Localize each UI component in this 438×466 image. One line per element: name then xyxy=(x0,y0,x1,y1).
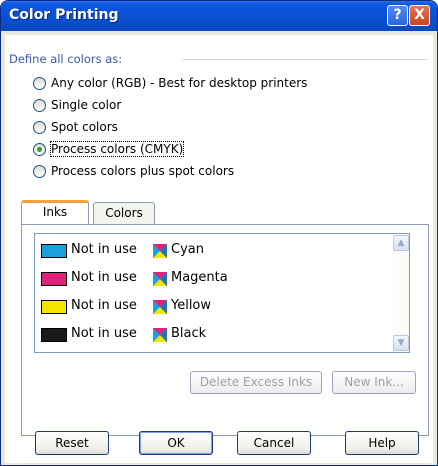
close-button[interactable]: X xyxy=(409,5,430,26)
radio-label: Single color xyxy=(51,98,122,112)
new-ink-button[interactable]: New Ink... xyxy=(332,371,416,394)
radio-button-icon[interactable] xyxy=(33,165,46,178)
color-printing-dialog: Color Printing ? X Define all colors as:… xyxy=(0,0,438,466)
dialog-content: Define all colors as: Any color (RGB) - … xyxy=(5,35,433,463)
ink-name: Magenta xyxy=(171,270,228,285)
title-bar[interactable]: Color Printing ? X xyxy=(1,1,437,31)
ink-swatch xyxy=(41,244,67,258)
delete-excess-inks-button[interactable]: Delete Excess Inks xyxy=(190,371,322,394)
cmyk-icon xyxy=(153,244,167,258)
ink-status: Not in use xyxy=(71,242,137,257)
tab-colors[interactable]: Colors xyxy=(93,202,155,224)
ink-swatch xyxy=(41,328,67,342)
define-colors-label: Define all colors as: xyxy=(9,52,123,66)
inks-tab-panel: Not in use Cyan Not in use Magenta Not i… xyxy=(21,224,429,436)
ok-button[interactable]: OK xyxy=(139,431,213,455)
cmyk-icon xyxy=(153,300,167,314)
scroll-up-icon[interactable]: ▲ xyxy=(393,235,409,251)
radio-button-icon[interactable] xyxy=(33,121,46,134)
radio-button-icon[interactable] xyxy=(33,143,46,156)
ink-status: Not in use xyxy=(71,298,137,313)
ink-list-scrollbar[interactable]: ▲ ▼ xyxy=(393,234,409,352)
radio-button-icon[interactable] xyxy=(33,99,46,112)
radio-button-icon[interactable] xyxy=(33,77,46,90)
ink-swatch xyxy=(41,300,67,314)
ink-list[interactable]: Not in use Cyan Not in use Magenta Not i… xyxy=(34,233,410,353)
tab-inks[interactable]: Inks xyxy=(21,200,89,224)
ink-name: Cyan xyxy=(171,242,204,257)
ink-name: Yellow xyxy=(171,298,212,313)
ink-swatch xyxy=(41,272,67,286)
group-divider xyxy=(183,59,427,60)
scroll-down-icon[interactable]: ▼ xyxy=(393,335,409,351)
radio-label: Process colors plus spot colors xyxy=(51,164,235,178)
dialog-title: Color Printing xyxy=(9,7,119,23)
cmyk-icon xyxy=(153,272,167,286)
cmyk-icon xyxy=(153,328,167,342)
ink-name: Black xyxy=(171,326,207,341)
title-help-button[interactable]: ? xyxy=(387,5,408,26)
help-button[interactable]: Help xyxy=(345,431,419,455)
reset-button[interactable]: Reset xyxy=(35,431,109,455)
ink-status: Not in use xyxy=(71,270,137,285)
radio-label: Process colors (CMYK) xyxy=(49,141,185,157)
radio-label: Any color (RGB) - Best for desktop print… xyxy=(51,76,308,90)
cancel-button[interactable]: Cancel xyxy=(237,431,311,455)
radio-label: Spot colors xyxy=(51,120,118,134)
ink-status: Not in use xyxy=(71,326,137,341)
